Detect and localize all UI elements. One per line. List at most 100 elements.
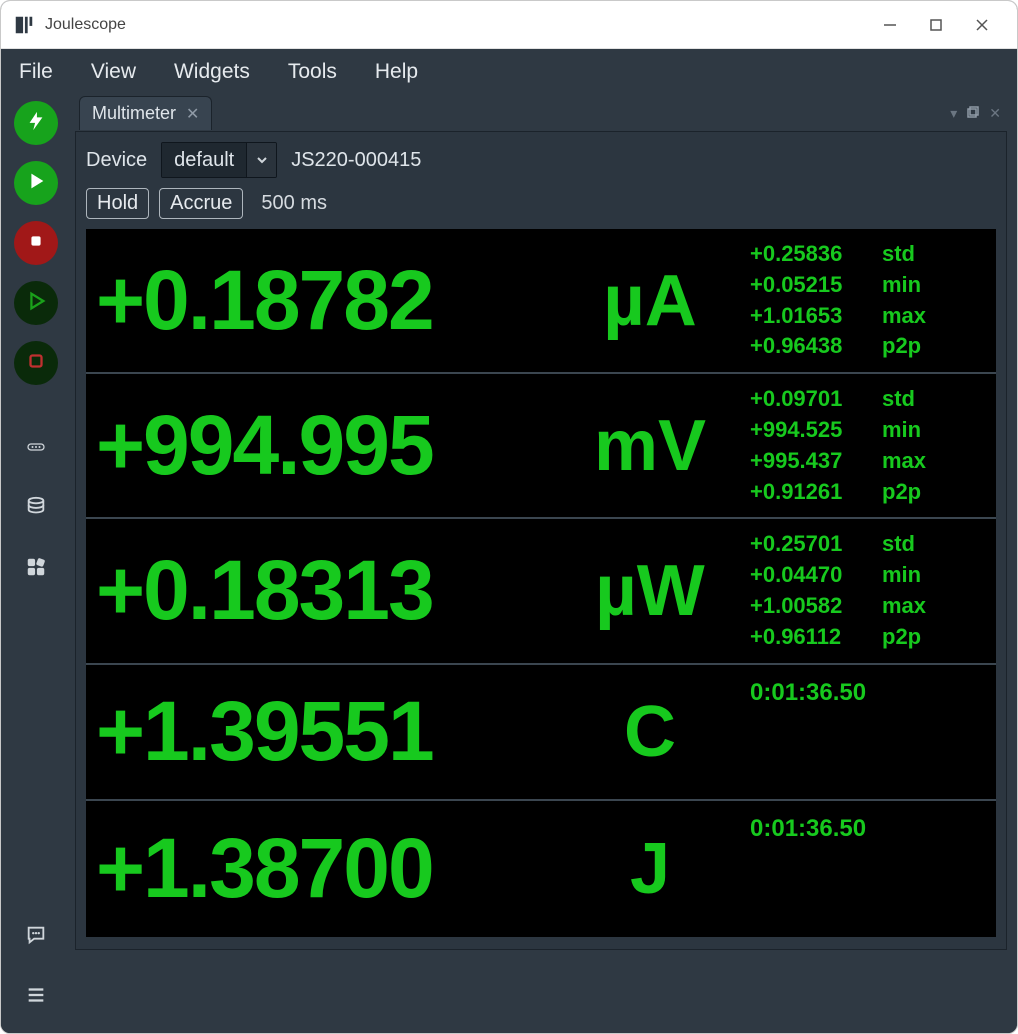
app-window: Joulescope File View Widgets Tools Help [0, 0, 1018, 1034]
tab-label: Multimeter [92, 103, 176, 124]
tab-close-button[interactable]: ✕ [186, 104, 199, 124]
menu-widgets[interactable]: Widgets [174, 60, 250, 84]
tab-multimeter[interactable]: Multimeter ✕ [79, 96, 212, 130]
tab-close-all-icon[interactable]: ✕ [989, 105, 1001, 122]
stat-val: +0.96438 [750, 331, 868, 362]
reading-charge: +1.39551 C 0:01:36.50 [86, 665, 996, 801]
device-select[interactable]: default [161, 142, 277, 178]
reading-voltage: +994.995 mV +0.09701 std +994.525 min +995… [86, 374, 996, 519]
chevron-down-icon [246, 143, 276, 177]
stat-lab: std [882, 529, 932, 560]
tabstrip-controls: ▾ ✕ [950, 105, 1007, 122]
close-icon: ✕ [186, 106, 199, 123]
hamburger-button[interactable] [14, 975, 58, 1019]
tabstrip: Multimeter ✕ ▾ ✕ [75, 95, 1007, 131]
stat-lab: std [882, 384, 932, 415]
multimeter-panel: Device default JS220-000415 Hold Accrue … [75, 131, 1007, 950]
reading-value: +0.18313 [96, 542, 550, 639]
menu-tools[interactable]: Tools [288, 60, 337, 84]
stat-val: +0.05215 [750, 270, 868, 301]
stat-val: +0.04470 [750, 560, 868, 591]
reading-power: +0.18313 µW +0.25701 std +0.04470 min +1.0… [86, 519, 996, 664]
menu-help[interactable]: Help [375, 60, 418, 84]
reading-stats: +0.25701 std +0.04470 min +1.00582 max +0.9… [750, 529, 980, 652]
reading-unit: J [550, 828, 750, 910]
device-label: Device [86, 149, 147, 172]
reading-unit: mV [550, 405, 750, 487]
play-button[interactable] [14, 161, 58, 205]
accrue-button[interactable]: Accrue [159, 188, 243, 219]
stat-lab: p2p [882, 477, 932, 508]
reading-stats: +0.09701 std +994.525 min +995.437 max +0.9… [750, 384, 980, 507]
titlebar: Joulescope [1, 1, 1017, 49]
reading-unit: µW [550, 550, 750, 632]
reading-value: +1.39551 [96, 683, 550, 780]
stat-val: +0.91261 [750, 477, 868, 508]
main-area: Multimeter ✕ ▾ ✕ Device def [71, 95, 1017, 1033]
stat-val: +0.25701 [750, 529, 868, 560]
reading-time: 0:01:36.50 [750, 675, 980, 707]
tab-undock-icon[interactable] [967, 105, 979, 122]
stat-val: +0.96112 [750, 622, 868, 653]
device-row: Device default JS220-000415 [86, 142, 996, 178]
stat-lab: max [882, 446, 932, 477]
reading-time: 0:01:36.50 [750, 811, 980, 843]
readings: +0.18782 µA +0.25836 std +0.05215 min +1.0… [86, 229, 996, 937]
reading-value: +0.18782 [96, 252, 550, 349]
menu-view[interactable]: View [91, 60, 136, 84]
play-icon [25, 170, 47, 197]
stat-lab: max [882, 301, 932, 332]
hold-button[interactable]: Hold [86, 188, 149, 219]
device-id: JS220-000415 [291, 149, 421, 172]
reading-energy: +1.38700 J 0:01:36.50 [86, 801, 996, 937]
storage-button[interactable] [14, 487, 58, 531]
device-select-value: default [162, 143, 246, 177]
stat-val: +1.01653 [750, 301, 868, 332]
stat-val: +0.25836 [750, 239, 868, 270]
app-title: Joulescope [45, 16, 126, 34]
menu-file[interactable]: File [19, 60, 53, 84]
reading-value: +994.995 [96, 397, 550, 494]
stat-val: +995.437 [750, 446, 868, 477]
reading-stats: +0.25836 std +0.05215 min +1.01653 max +0.9… [750, 239, 980, 362]
stat-lab: min [882, 415, 932, 446]
stop-button[interactable] [14, 221, 58, 265]
more-button[interactable] [14, 427, 58, 471]
window-close-button[interactable] [959, 5, 1005, 45]
menubar: File View Widgets Tools Help [1, 49, 1017, 95]
stat-val: +994.525 [750, 415, 868, 446]
reading-current: +0.18782 µA +0.25836 std +0.05215 min +1.0… [86, 229, 996, 374]
app-body: Multimeter ✕ ▾ ✕ Device def [1, 95, 1017, 1033]
tab-menu-icon[interactable]: ▾ [950, 105, 957, 122]
feedback-button[interactable] [14, 915, 58, 959]
window-maximize-button[interactable] [913, 5, 959, 45]
stat-lab: max [882, 591, 932, 622]
reading-value: +1.38700 [96, 820, 550, 917]
bolt-icon [25, 110, 47, 137]
stop-outline-icon [25, 350, 47, 377]
database-icon [25, 496, 47, 523]
record-stop-button[interactable] [14, 341, 58, 385]
stat-lab: min [882, 270, 932, 301]
stat-lab: p2p [882, 331, 932, 362]
stop-icon [25, 230, 47, 257]
power-button[interactable] [14, 101, 58, 145]
app-icon [13, 14, 35, 36]
window-minimize-button[interactable] [867, 5, 913, 45]
chat-icon [25, 924, 47, 951]
stat-lab: std [882, 239, 932, 270]
widgets-button[interactable] [14, 547, 58, 591]
widgets-icon [25, 556, 47, 583]
stat-lab: p2p [882, 622, 932, 653]
control-row: Hold Accrue 500 ms [86, 188, 996, 219]
left-toolbar [1, 95, 71, 1033]
interval-label: 500 ms [261, 192, 327, 215]
record-play-button[interactable] [14, 281, 58, 325]
hamburger-icon [25, 984, 47, 1011]
stat-val: +1.00582 [750, 591, 868, 622]
stat-val: +0.09701 [750, 384, 868, 415]
dots-icon [25, 436, 47, 463]
reading-unit: C [550, 691, 750, 773]
stat-lab: min [882, 560, 932, 591]
reading-unit: µA [550, 260, 750, 342]
